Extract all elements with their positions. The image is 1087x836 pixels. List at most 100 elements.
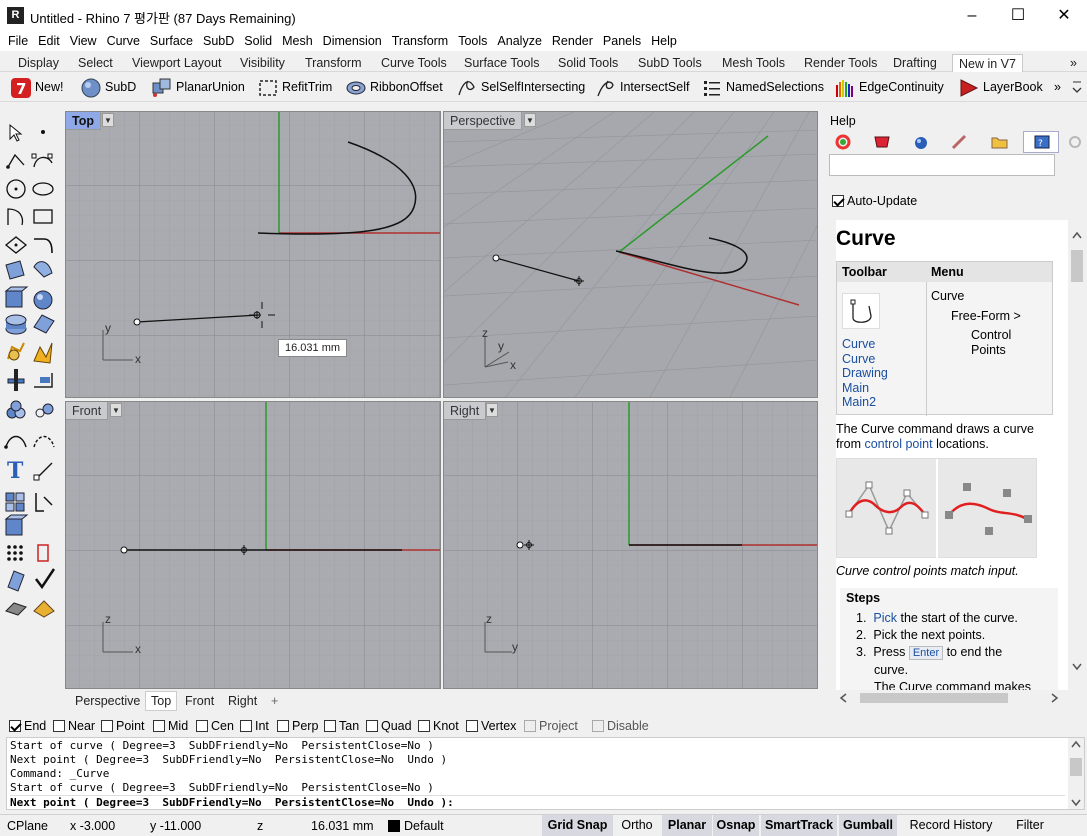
viewport-top[interactable]: Top ▼ y x 16.031 mm [65, 111, 441, 398]
help-search-input[interactable] [829, 154, 1055, 176]
toolbar-options-icon[interactable] [1072, 76, 1082, 98]
osnap-project[interactable]: Project [524, 719, 578, 733]
menu-curve[interactable]: Curve [102, 31, 145, 51]
layerbook-button[interactable]: LayerBook [958, 76, 1043, 98]
settings-gear-icon[interactable] [1065, 131, 1087, 153]
viewport-front-dropdown[interactable]: ▼ [110, 403, 122, 417]
right-viewport-canvas[interactable] [444, 402, 817, 688]
tabs-overflow-button[interactable]: » [1070, 54, 1077, 72]
menu-panels[interactable]: Panels [598, 31, 646, 51]
front-viewport-canvas[interactable] [66, 402, 440, 688]
menu-solid[interactable]: Solid [239, 31, 277, 51]
close-button[interactable]: ✕ [1041, 0, 1087, 31]
tab-subd-tools[interactable]: SubD Tools [638, 54, 702, 72]
tab-surface-tools[interactable]: Surface Tools [464, 54, 540, 72]
tab-render-tools[interactable]: Render Tools [804, 54, 877, 72]
tab-viewport-layout[interactable]: Viewport Layout [132, 54, 221, 72]
help-link-main2[interactable]: Main2 [842, 395, 888, 410]
auto-update-check[interactable] [832, 195, 844, 207]
edgecontinuity-button[interactable]: EdgeContinuity [834, 76, 944, 98]
tab-transform[interactable]: Transform [305, 54, 362, 72]
viewport-front[interactable]: Front ▼ z x [65, 401, 441, 689]
smarttrack-toggle[interactable]: SmartTrack [761, 815, 837, 836]
tab-drafting[interactable]: Drafting [893, 54, 937, 72]
curve-tool-icon[interactable] [842, 293, 880, 329]
status-layer[interactable]: Default [388, 818, 444, 834]
menu-file[interactable]: File [3, 31, 33, 51]
menu-tools[interactable]: Tools [453, 31, 492, 51]
planar-toggle[interactable]: Planar [662, 815, 712, 836]
ribbonoffset-button[interactable]: RibbonOffset [345, 76, 443, 98]
tab-solid-tools[interactable]: Solid Tools [558, 54, 618, 72]
folder-icon[interactable] [986, 131, 1014, 153]
osnap-int[interactable]: Int [240, 719, 269, 733]
tab-visibility[interactable]: Visibility [240, 54, 285, 72]
command-area[interactable]: Start of curve ( Degree=3 SubDFriendly=N… [6, 737, 1085, 810]
status-cplane[interactable]: CPlane [7, 818, 48, 834]
osnap-disable[interactable]: Disable [592, 719, 649, 733]
minimize-button[interactable]: – [949, 0, 995, 31]
tab-select[interactable]: Select [78, 54, 113, 72]
new-button[interactable]: 7 New! [10, 76, 63, 98]
viewport-perspective-dropdown[interactable]: ▼ [524, 113, 536, 127]
osnap-mid[interactable]: Mid [153, 719, 188, 733]
menu-edit[interactable]: Edit [33, 31, 65, 51]
menu-analyze[interactable]: Analyze [492, 31, 546, 51]
tab-curve-tools[interactable]: Curve Tools [381, 54, 447, 72]
menu-transform[interactable]: Transform [387, 31, 454, 51]
help-tab-icon[interactable]: ? [1023, 131, 1059, 153]
left-toolbar-icons[interactable]: T [0, 117, 62, 622]
menu-surface[interactable]: Surface [145, 31, 198, 51]
viewport-right[interactable]: Right ▼ z y [443, 401, 818, 689]
tab-mesh-tools[interactable]: Mesh Tools [722, 54, 785, 72]
filter-toggle[interactable]: Filter [1010, 815, 1050, 836]
command-scrollbar[interactable] [1068, 738, 1084, 809]
viewport-front-label[interactable]: Front [66, 402, 109, 420]
selselfintersecting-button[interactable]: SelSelfIntersecting [456, 76, 585, 98]
viewport-perspective[interactable]: Perspective ▼ z y x [443, 111, 818, 398]
menu-view[interactable]: View [65, 31, 102, 51]
help-link-curve-1[interactable]: Curve [842, 337, 888, 352]
ortho-toggle[interactable]: Ortho [617, 815, 657, 836]
osnap-point[interactable]: Point [101, 719, 145, 733]
menu-subd[interactable]: SubD [198, 31, 239, 51]
grid-snap-toggle[interactable]: Grid Snap [542, 815, 613, 836]
help-vertical-scrollbar[interactable] [1069, 228, 1085, 674]
menu-dimension[interactable]: Dimension [318, 31, 387, 51]
osnap-knot[interactable]: Knot [418, 719, 459, 733]
top-viewport-canvas[interactable] [66, 112, 440, 397]
osnap-perp[interactable]: Perp [277, 719, 318, 733]
record-history-toggle[interactable]: Record History [903, 815, 999, 836]
help-pick-link[interactable]: Pick [873, 611, 897, 625]
subd-button[interactable]: SubD [80, 76, 136, 98]
osnap-end[interactable]: End [9, 719, 46, 733]
gumball-toggle[interactable]: Gumball [839, 815, 897, 836]
viewport-top-dropdown[interactable]: ▼ [102, 113, 114, 127]
control-point-link[interactable]: control point [864, 437, 932, 451]
viewport-perspective-label[interactable]: Perspective [444, 112, 523, 130]
viewtab-front[interactable]: Front [185, 692, 214, 710]
layers-icon[interactable] [869, 131, 897, 153]
add-viewport-tab-button[interactable]: + [271, 692, 278, 710]
perspective-viewport-canvas[interactable] [444, 112, 817, 397]
viewport-top-label[interactable]: Top [66, 112, 101, 130]
viewport-right-label[interactable]: Right [444, 402, 487, 420]
osnap-vertex[interactable]: Vertex [466, 719, 516, 733]
osnap-cen[interactable]: Cen [196, 719, 234, 733]
help-horizontal-scrollbar[interactable] [836, 690, 1068, 706]
osnap-quad[interactable]: Quad [366, 719, 412, 733]
menu-render[interactable]: Render [547, 31, 598, 51]
intersectself-button[interactable]: IntersectSelf [595, 76, 689, 98]
tab-new-in-v7[interactable]: New in V7 [952, 54, 1023, 72]
render-icon[interactable] [908, 131, 936, 153]
osnap-near[interactable]: Near [53, 719, 95, 733]
osnap-tan[interactable]: Tan [324, 719, 359, 733]
command-prompt-input[interactable]: Next point ( Degree=3 SubDFriendly=No Pe… [10, 795, 1065, 809]
menu-help[interactable]: Help [646, 31, 682, 51]
help-link-curve-2[interactable]: Curve [842, 352, 888, 367]
osnap-toggle[interactable]: Osnap [713, 815, 759, 836]
color-wheel-icon[interactable] [830, 131, 858, 153]
planarunion-button[interactable]: PlanarUnion [151, 76, 245, 98]
maximize-button[interactable]: ☐ [995, 0, 1041, 31]
refittrim-button[interactable]: RefitTrim [257, 76, 332, 98]
